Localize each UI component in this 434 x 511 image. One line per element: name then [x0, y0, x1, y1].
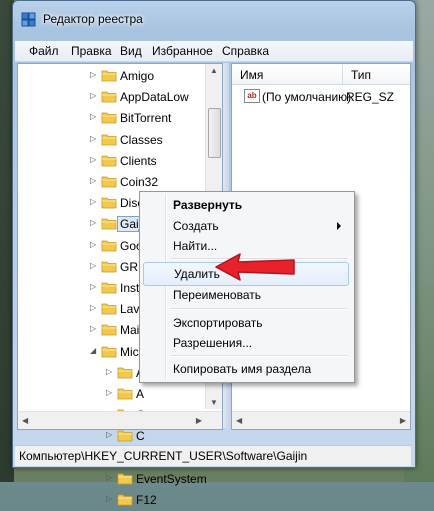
- expand-arrow-icon[interactable]: ▷: [106, 473, 113, 482]
- expand-arrow-icon[interactable]: ▷: [90, 219, 97, 227]
- menu-bar: Файл Правка Вид Избранное Справка: [15, 41, 413, 62]
- folder-icon: [117, 494, 133, 506]
- expand-arrow-icon[interactable]: ▷: [90, 134, 97, 143]
- tree-item[interactable]: ▷ BitTorrent: [18, 108, 208, 129]
- expand-arrow-icon[interactable]: ▷: [90, 177, 97, 185]
- title-bar[interactable]: Редактор реестра: [13, 1, 415, 35]
- scroll-down-icon[interactable]: ▼: [210, 398, 218, 407]
- folder-icon: [117, 430, 133, 442]
- folder-icon: [101, 261, 117, 273]
- folder-icon: [101, 112, 117, 124]
- tree-item-label: Coin32: [120, 175, 159, 189]
- expand-arrow-icon[interactable]: ▷: [106, 495, 113, 503]
- folder-icon: [101, 70, 117, 82]
- tree-item-label: F12: [136, 493, 157, 507]
- list-horizontal-scrollbar[interactable]: ◀ ▶: [232, 411, 410, 429]
- tree-item-label: EventSystem: [136, 471, 207, 486]
- folder-icon: [101, 324, 117, 336]
- folder-icon: [101, 197, 117, 209]
- menu-file[interactable]: Файл: [29, 44, 59, 58]
- tree-item-label: Classes: [120, 132, 163, 147]
- list-item[interactable]: ab (По умолчанию) REG_SZ: [232, 88, 410, 106]
- folder-icon: [101, 134, 117, 145]
- folder-icon: [101, 218, 117, 230]
- tree-item-label: AppDataLow: [120, 90, 189, 105]
- menu-item-expand[interactable]: Развернуть: [143, 194, 349, 216]
- column-header-type[interactable]: Тип: [343, 64, 410, 85]
- tree-item[interactable]: ▷ Clients: [18, 151, 208, 172]
- value-type: REG_SZ: [346, 90, 395, 104]
- expand-arrow-icon[interactable]: ▷: [90, 92, 97, 100]
- tree-item-label: Amigo: [120, 69, 155, 83]
- tree-item[interactable]: ▷ AppDataLow: [18, 87, 208, 108]
- expand-arrow-icon[interactable]: ▷: [106, 367, 113, 376]
- menu-item-permissions[interactable]: Разрешения...: [143, 332, 349, 354]
- window-title: Редактор реестра: [43, 12, 143, 26]
- status-bar: Компьютер\HKEY_CURRENT_USER\Software\Gai…: [15, 445, 411, 466]
- folder-icon: [117, 388, 133, 400]
- menu-separator: [170, 355, 348, 357]
- context-menu: Развернуть Создать Найти... Удалить Пере…: [139, 191, 355, 383]
- menu-favorites[interactable]: Избранное: [152, 44, 213, 58]
- folder-icon: [101, 303, 117, 315]
- tree-item[interactable]: ▷ Classes: [18, 130, 208, 151]
- menu-edit[interactable]: Правка: [71, 44, 112, 58]
- tree-item[interactable]: ▷ Amigo: [18, 66, 208, 87]
- status-path: Компьютер\HKEY_CURRENT_USER\Software\Gai…: [19, 449, 308, 463]
- tree-item[interactable]: ▷ Coin32: [18, 172, 208, 193]
- tree-item-label: BitTorrent: [120, 111, 172, 126]
- folder-icon: [101, 91, 117, 103]
- expand-arrow-icon[interactable]: ▷: [90, 240, 97, 249]
- scroll-left-icon[interactable]: ◀: [236, 416, 242, 425]
- tree-item[interactable]: ▷ F12: [18, 490, 208, 511]
- value-name: (По умолчанию): [262, 90, 352, 104]
- expand-arrow-icon[interactable]: ▷: [90, 155, 97, 164]
- menu-separator: [170, 308, 348, 310]
- red-arrow-annotation: [215, 253, 295, 281]
- scroll-up-icon[interactable]: ▲: [210, 66, 218, 75]
- registry-editor-icon: [21, 12, 36, 27]
- tree-item-label: A: [136, 387, 145, 401]
- submenu-arrow-icon: [337, 222, 341, 230]
- scroll-right-icon[interactable]: ▶: [196, 416, 202, 425]
- folder-icon: [101, 240, 117, 251]
- expand-arrow-icon[interactable]: ▷: [90, 261, 97, 270]
- menu-item-new[interactable]: Создать: [143, 215, 349, 237]
- folder-icon: [101, 155, 117, 167]
- menu-help[interactable]: Справка: [222, 44, 269, 58]
- scroll-left-icon[interactable]: ◀: [22, 416, 28, 425]
- menu-item-export[interactable]: Экспортировать: [143, 312, 349, 334]
- menu-item-copy-key-name[interactable]: Копировать имя раздела: [143, 358, 349, 380]
- expand-arrow-icon[interactable]: ▷: [90, 304, 97, 312]
- expand-arrow-icon[interactable]: ▷: [90, 283, 97, 291]
- expand-arrow-icon[interactable]: ▷: [90, 325, 97, 333]
- expand-arrow-icon[interactable]: ▷: [106, 431, 113, 439]
- folder-icon: [117, 473, 133, 485]
- tree-horizontal-scrollbar[interactable]: ◀ ▶: [18, 411, 222, 429]
- folder-icon: [117, 367, 133, 379]
- scroll-right-icon[interactable]: ▶: [400, 416, 406, 425]
- folder-icon: [101, 346, 117, 357]
- string-value-icon: ab: [244, 89, 260, 103]
- tree-item[interactable]: ▷A: [18, 384, 208, 405]
- menu-item-rename[interactable]: Переименовать: [143, 284, 349, 306]
- folder-icon: [101, 282, 117, 294]
- collapse-arrow-icon[interactable]: ◢: [90, 346, 97, 355]
- expand-arrow-icon[interactable]: ▷: [90, 71, 97, 79]
- scroll-thumb[interactable]: [208, 108, 221, 158]
- column-header-name[interactable]: Имя: [232, 64, 343, 85]
- expand-arrow-icon[interactable]: ▷: [90, 198, 97, 206]
- tree-item[interactable]: ▷ EventSystem: [18, 469, 208, 490]
- folder-icon: [101, 176, 117, 188]
- tree-item-label: C: [136, 429, 145, 444]
- menu-view[interactable]: Вид: [120, 44, 142, 58]
- expand-arrow-icon[interactable]: ▷: [106, 389, 113, 397]
- expand-arrow-icon[interactable]: ▷: [90, 113, 97, 121]
- tree-item-label: Clients: [120, 153, 157, 168]
